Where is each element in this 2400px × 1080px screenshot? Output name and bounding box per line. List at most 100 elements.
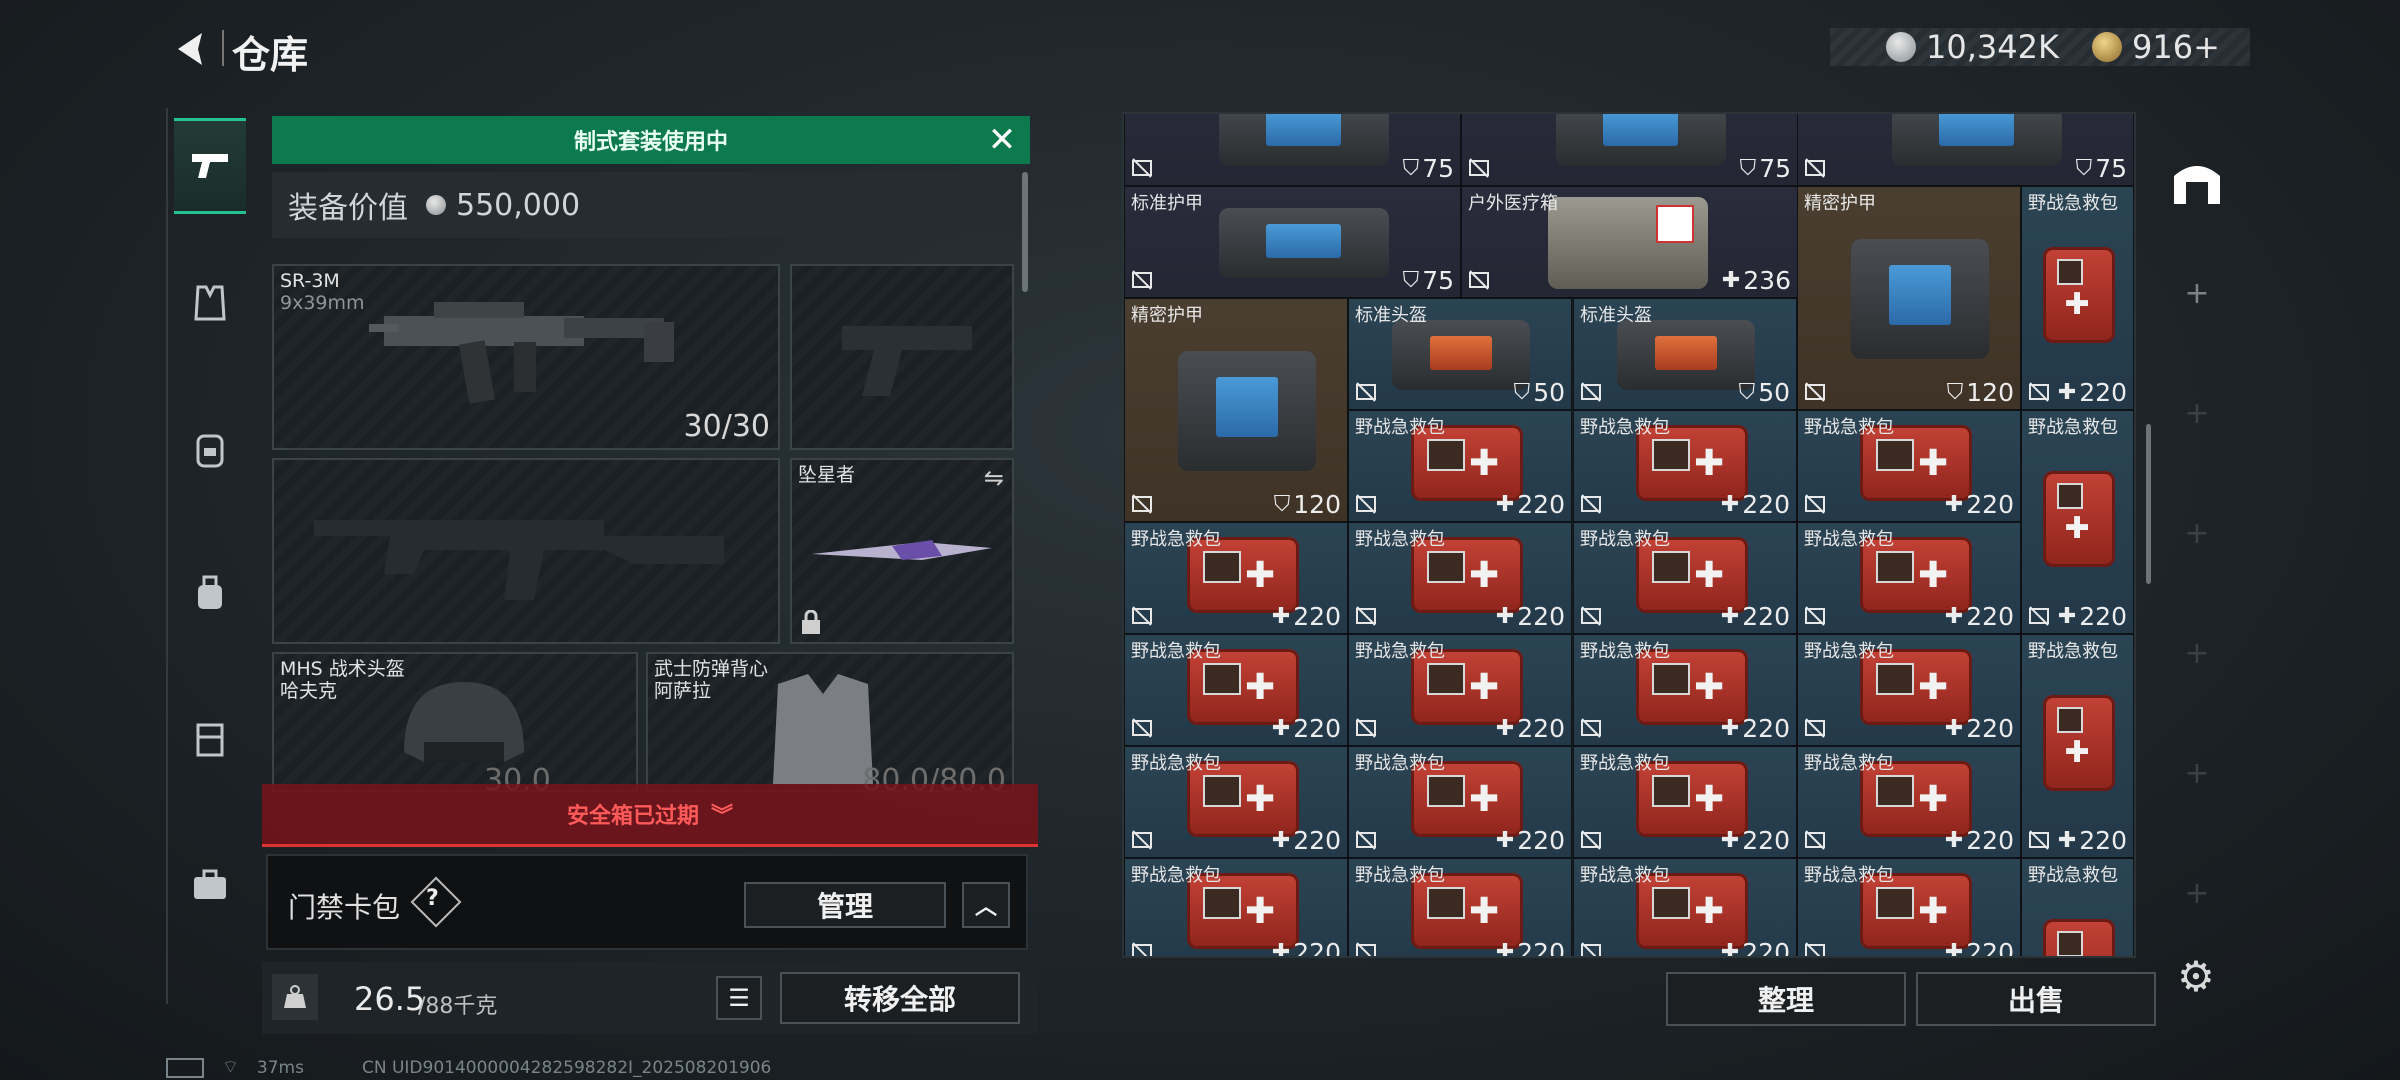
back-button[interactable] [160, 24, 220, 74]
settings-button[interactable]: ⚙ [2174, 952, 2218, 1001]
vest-icon [194, 285, 226, 321]
heal-plus-icon: ✚ [1720, 604, 1740, 629]
storage-item[interactable]: ✚野战急救包✚220 [1348, 858, 1572, 956]
currency-secondary[interactable]: 916+ [2092, 28, 2220, 66]
no-trade-icon [1132, 718, 1152, 738]
storage-item[interactable]: ✚野战急救包✚220 [1348, 746, 1572, 858]
nav-case[interactable] [174, 840, 246, 930]
storage-grid[interactable]: 标准护甲⛉75标准护甲⛉75标准护甲⛉75标准护甲⛉75户外医疗箱✚236精密护… [1122, 112, 2136, 958]
storage-item-value-text: 220 [1966, 714, 2014, 743]
heal-plus-icon: ✚ [1944, 716, 1964, 741]
add-tab-button[interactable]: + [2152, 276, 2242, 311]
nav-vest[interactable] [174, 258, 246, 348]
storage-item[interactable]: ✚野战急救包✚220 [1348, 410, 1572, 522]
storage-item-value: ✚ 220 [1496, 826, 1565, 855]
storage-item[interactable]: ✚野战急救包✚220 [1573, 410, 1797, 522]
storage-item-name: 野战急救包 [2028, 865, 2118, 886]
storage-tab-active[interactable] [2170, 156, 2224, 210]
melee-slot[interactable]: 坠星者 ⇋ [790, 458, 1014, 644]
gold-coin-icon [2092, 32, 2122, 62]
primary-weapon-slot[interactable]: SR-3M 9x39mm 30/30 [272, 264, 780, 450]
no-trade-icon [1132, 606, 1152, 626]
manage-button[interactable]: 管理 [744, 882, 946, 928]
secondary-weapon-slot[interactable] [272, 458, 780, 644]
list-view-button[interactable]: ☰ [716, 976, 762, 1020]
medkit-icon: ✚ [2042, 471, 2115, 567]
no-trade-icon [2029, 382, 2049, 402]
storage-item[interactable]: ✚野战急救包✚220 [1124, 634, 1348, 746]
storage-item-value-text: 75 [1422, 154, 1454, 183]
storage-item[interactable]: ✚野战急救包✚220 [2021, 186, 2134, 410]
loadout-scrollbar[interactable] [1022, 172, 1028, 292]
storage-item-name: 野战急救包 [1804, 753, 1894, 774]
storage-item[interactable]: ✚野战急救包✚220 [1573, 522, 1797, 634]
durability-shield-icon: ⛉ [1946, 380, 1964, 405]
swap-icon[interactable]: ⇋ [984, 464, 1004, 492]
sell-button-label: 出售 [2007, 984, 2064, 1017]
helmet-slot[interactable]: MHS 战术头盔 哈夫克 30.0 [272, 652, 638, 798]
storage-item[interactable]: ✚野战急救包✚220 [1573, 858, 1797, 958]
nav-container[interactable] [174, 694, 246, 784]
silver-coin-icon [1886, 32, 1916, 62]
storage-item[interactable]: 精密护甲 ⛉ 120 [1797, 186, 2021, 410]
storage-item-value: ⛉ 120 [1274, 490, 1341, 519]
collapse-keycard-button[interactable]: ︿ [962, 882, 1010, 928]
storage-item-value-text: 220 [1742, 938, 1790, 958]
storage-item-name: 野战急救包 [2028, 641, 2118, 662]
storage-item[interactable]: ✚野战急救包✚220 [1124, 858, 1348, 956]
no-trade-icon [1132, 270, 1152, 290]
battery-icon [166, 1057, 204, 1078]
nav-weapons[interactable] [174, 118, 246, 214]
sell-button[interactable]: 出售 [1916, 972, 2156, 1026]
storage-item[interactable]: ✚野战急救包✚220 [1348, 634, 1572, 746]
close-banner-button[interactable]: ✕ [984, 120, 1020, 160]
nav-pouch[interactable] [174, 548, 246, 638]
storage-item[interactable]: ✚野战急救包✚220 [1573, 634, 1797, 746]
heal-plus-icon: ✚ [1721, 268, 1741, 293]
transfer-all-button[interactable]: 转移全部 [780, 972, 1020, 1024]
storage-item[interactable]: ✚野战急救包✚220 [1797, 746, 2021, 858]
storage-item[interactable]: ✚野战急救包✚220 [1797, 410, 2021, 522]
chevron-double-down-icon: ︾ [711, 804, 734, 829]
list-icon: ☰ [728, 984, 750, 1012]
heal-plus-icon: ✚ [1944, 828, 1964, 853]
storage-item[interactable]: 标准护甲⛉75 [1797, 114, 2134, 186]
storage-item[interactable]: ✚野战急救包✚220 [2021, 858, 2134, 956]
sort-button[interactable]: 整理 [1666, 972, 1906, 1026]
storage-item-value: ✚ 220 [1721, 938, 1790, 958]
storage-item-name: 野战急救包 [1580, 753, 1670, 774]
nav-backpack[interactable] [174, 404, 246, 494]
no-trade-icon [1805, 158, 1825, 178]
storage-item[interactable]: 户外医疗箱 ✚ 236 [1461, 186, 1798, 298]
no-trade-icon [1581, 830, 1601, 850]
storage-item[interactable]: 标准护甲⛉75 [1124, 114, 1461, 186]
storage-item[interactable]: ✚野战急救包✚220 [1797, 858, 2021, 956]
safe-box-expired-bar[interactable]: 安全箱已过期 ︾ [262, 784, 1038, 847]
storage-item-value: ✚ 220 [1945, 938, 2014, 956]
heal-plus-icon: ✚ [1495, 716, 1515, 741]
storage-item[interactable]: ✚野战急救包✚220 [1573, 746, 1797, 858]
storage-item[interactable]: 标准头盔 ⛉ 50 [1573, 298, 1797, 410]
armor-bag-icon [1218, 114, 1389, 166]
storage-scrollbar[interactable] [2146, 424, 2151, 584]
storage-item[interactable]: ✚野战急救包✚220 [1124, 746, 1348, 858]
storage-item[interactable]: 标准护甲⛉75 [1461, 114, 1798, 186]
storage-item[interactable]: ✚野战急救包✚220 [2021, 634, 2134, 858]
storage-item[interactable]: ✚野战急救包✚220 [2021, 410, 2134, 634]
storage-item[interactable]: 标准头盔 ⛉ 50 [1348, 298, 1572, 410]
storage-item[interactable]: 精密护甲 ⛉ 120 [1124, 298, 1348, 522]
storage-item[interactable]: ✚野战急救包✚220 [1348, 522, 1572, 634]
storage-item-value: ⛉ 75 [1740, 154, 1791, 183]
storage-item[interactable]: ✚野战急救包✚220 [1797, 634, 2021, 746]
storage-item-name: 野战急救包 [2028, 417, 2118, 438]
storage-item[interactable]: ✚野战急救包✚220 [1797, 522, 2021, 634]
primary-weapon-caliber: 9x39mm [280, 292, 365, 314]
title-divider [222, 30, 224, 66]
heal-plus-icon: ✚ [1720, 828, 1740, 853]
durability-shield-icon: ⛉ [1402, 156, 1420, 181]
storage-item[interactable]: ✚野战急救包✚220 [1124, 522, 1348, 634]
currency-primary[interactable]: 10,342K [1886, 28, 2059, 66]
storage-item[interactable]: 标准护甲⛉75 [1124, 186, 1461, 298]
sidearm-slot[interactable] [790, 264, 1014, 450]
armor-slot[interactable]: 武士防弹背心 阿萨拉 80.0/80.0 [646, 652, 1014, 798]
